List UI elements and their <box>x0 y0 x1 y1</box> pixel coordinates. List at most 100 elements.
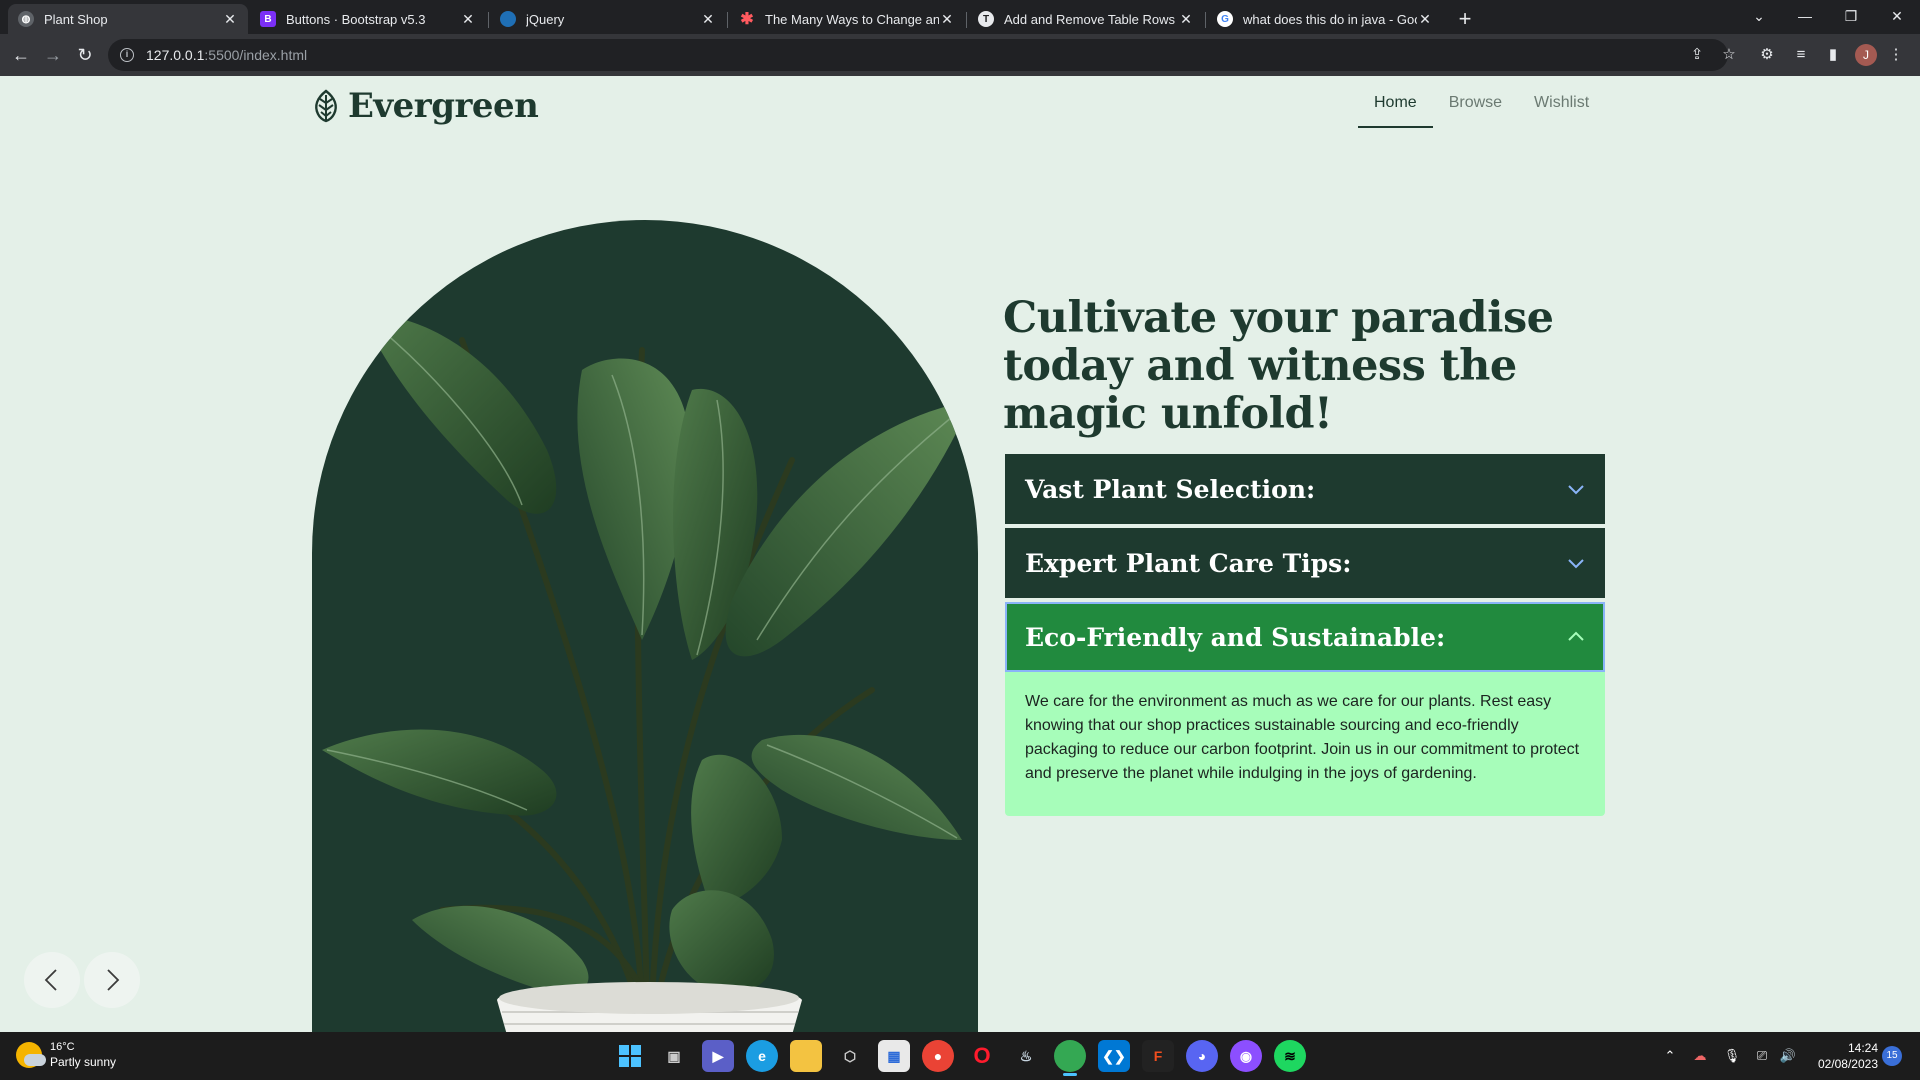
figma-icon[interactable]: F <box>1142 1040 1174 1072</box>
chevron-up-icon <box>1568 631 1584 641</box>
minimize-button[interactable]: — <box>1782 2 1828 32</box>
tab-separator <box>1205 12 1206 28</box>
hidden-icons-chevron[interactable]: ⌃ <box>1660 1046 1680 1066</box>
github-desktop-icon[interactable]: ◉ <box>1230 1040 1262 1072</box>
tab-title: Add and Remove Table Rows Dy <box>1004 11 1178 27</box>
brand-logo[interactable]: Evergreen <box>310 86 539 126</box>
weather-description: Partly sunny <box>50 1055 117 1069</box>
start-button[interactable] <box>614 1040 646 1072</box>
bootstrap-icon: B <box>260 11 276 27</box>
features-accordion: Vast Plant Selection: Expert Plant Care … <box>1003 452 1607 818</box>
close-tab-icon[interactable]: ✕ <box>1178 11 1194 27</box>
accordion-item-plant-selection: Vast Plant Selection: <box>1003 452 1607 526</box>
page-viewport: Evergreen Home Browse Wishlist Cultivate… <box>0 76 1920 1032</box>
tab-svg-article[interactable]: ✱ The Many Ways to Change an SV ✕ <box>729 4 965 34</box>
tab-separator <box>488 12 489 28</box>
address-bar[interactable]: i 127.0.0.1:5500/index.html <box>108 39 1728 71</box>
discord-icon[interactable]: ◕ <box>1186 1040 1218 1072</box>
chevron-left-icon <box>44 969 57 991</box>
tab-title: what does this do in java - Goog <box>1243 11 1417 27</box>
forward-button[interactable]: → <box>40 42 66 68</box>
accordion-item-care-tips: Expert Plant Care Tips: <box>1003 526 1607 600</box>
clock-date: 02/08/2023 <box>1817 1057 1878 1071</box>
tab-separator <box>966 12 967 28</box>
system-clock[interactable]: 14:24 02/08/2023 <box>1810 1040 1878 1072</box>
steam-icon[interactable]: ♨ <box>1010 1040 1042 1072</box>
file-explorer-icon[interactable] <box>790 1040 822 1072</box>
unity-hub-icon[interactable]: ⬡ <box>834 1040 866 1072</box>
accordion-toggle-care-tips[interactable]: Expert Plant Care Tips: <box>1005 528 1605 598</box>
chrome-active-icon[interactable] <box>1054 1040 1086 1076</box>
accordion-body-eco-friendly: We care for the environment as much as w… <box>1005 672 1605 816</box>
nav-home-link[interactable]: Home <box>1358 94 1433 128</box>
weather-temperature: 16°C <box>50 1041 75 1053</box>
chevron-down-icon <box>1568 559 1584 569</box>
site-info-icon[interactable]: i <box>120 48 134 62</box>
tab-bootstrap-buttons[interactable]: B Buttons · Bootstrap v5.3 ✕ <box>250 4 486 34</box>
network-icon[interactable]: ⎚ <box>1752 1046 1772 1066</box>
accordion-title: Vast Plant Selection: <box>1025 474 1316 504</box>
spotify-icon[interactable]: ≋ <box>1274 1040 1306 1072</box>
close-tab-icon[interactable]: ✕ <box>939 11 955 27</box>
tab-google-search[interactable]: G what does this do in java - Goog ✕ <box>1207 4 1443 34</box>
extensions-puzzle-icon[interactable]: ⚙ <box>1756 44 1778 66</box>
microsoft-store-icon[interactable]: ▦ <box>878 1040 910 1072</box>
back-button[interactable]: ← <box>8 42 34 68</box>
media-controls-icon[interactable]: ≡ <box>1790 44 1812 66</box>
edge-browser-icon[interactable]: e <box>746 1040 778 1072</box>
plant-image <box>322 314 972 1032</box>
jquery-icon <box>500 11 516 27</box>
partly-sunny-icon <box>16 1042 46 1068</box>
chevron-right-icon <box>107 969 120 991</box>
close-tab-icon[interactable]: ✕ <box>460 11 476 27</box>
tab-jquery[interactable]: jQuery ✕ <box>490 4 726 34</box>
asterisk-icon: ✱ <box>740 11 754 28</box>
accordion-toggle-plant-selection[interactable]: Vast Plant Selection: <box>1005 454 1605 524</box>
google-icon: G <box>1217 11 1233 27</box>
hero-arch <box>312 220 978 1032</box>
microphone-icon[interactable]: 🎙 <box>1722 1046 1742 1066</box>
page-scrollbar[interactable] <box>1912 76 1920 1032</box>
share-icon[interactable]: ⇪ <box>1686 44 1708 66</box>
more-menu-icon[interactable]: ⋮ <box>1885 44 1907 66</box>
carousel-prev-button[interactable] <box>24 952 80 1008</box>
browser-tab-strip: ◍ Plant Shop ✕ B Buttons · Bootstrap v5.… <box>0 0 1920 34</box>
tab-search-chevron-icon[interactable]: ⌄ <box>1736 2 1782 32</box>
tab-plant-shop[interactable]: ◍ Plant Shop ✕ <box>8 4 248 34</box>
side-panel-icon[interactable]: ▮ <box>1822 44 1844 66</box>
clock-time: 14:24 <box>1847 1041 1878 1055</box>
tab-table-rows[interactable]: T Add and Remove Table Rows Dy ✕ <box>968 4 1204 34</box>
reload-button[interactable]: ↻ <box>72 42 98 68</box>
tab-separator <box>727 12 728 28</box>
task-view-icon[interactable]: ▣ <box>658 1040 690 1072</box>
leaf-logo-icon <box>315 89 337 123</box>
vscode-icon[interactable]: ❮❯ <box>1098 1040 1130 1072</box>
restore-button[interactable]: ❐ <box>1828 2 1874 32</box>
teams-chat-icon[interactable]: ▶ <box>702 1040 734 1072</box>
profile-avatar[interactable]: J <box>1855 44 1877 66</box>
brand-name: Evergreen <box>348 86 539 126</box>
tab-title: jQuery <box>526 11 565 27</box>
bookmark-star-icon[interactable]: ☆ <box>1718 44 1740 66</box>
chrome-icon[interactable]: ● <box>922 1040 954 1072</box>
volume-icon[interactable]: 🔊 <box>1778 1046 1798 1066</box>
nav-wishlist-link[interactable]: Wishlist <box>1518 94 1605 128</box>
new-tab-button[interactable]: + <box>1452 6 1478 32</box>
notification-badge[interactable]: 15 <box>1882 1046 1902 1066</box>
accordion-item-eco-friendly: Eco-Friendly and Sustainable: We care fo… <box>1003 600 1607 818</box>
tab-title: Buttons · Bootstrap v5.3 <box>286 11 426 27</box>
accordion-title: Expert Plant Care Tips: <box>1025 548 1352 578</box>
onedrive-icon[interactable]: ☁ <box>1690 1046 1710 1066</box>
carousel-next-button[interactable] <box>84 952 140 1008</box>
browser-toolbar: ← → ↻ i 127.0.0.1:5500/index.html ⇪ ☆ ⚙ … <box>0 34 1920 76</box>
weather-widget[interactable]: 16°C Partly sunny <box>16 1040 116 1070</box>
windows-logo-icon <box>619 1045 641 1067</box>
hero-headline: Cultivate your paradise today and witnes… <box>1003 293 1554 439</box>
close-tab-icon[interactable]: ✕ <box>1417 11 1433 27</box>
nav-browse-link[interactable]: Browse <box>1433 94 1518 128</box>
close-window-button[interactable]: ✕ <box>1874 2 1920 32</box>
accordion-toggle-eco-friendly[interactable]: Eco-Friendly and Sustainable: <box>1005 602 1605 672</box>
close-tab-icon[interactable]: ✕ <box>700 11 716 27</box>
close-tab-icon[interactable]: ✕ <box>222 11 238 27</box>
opera-gx-icon[interactable]: O <box>966 1040 998 1072</box>
